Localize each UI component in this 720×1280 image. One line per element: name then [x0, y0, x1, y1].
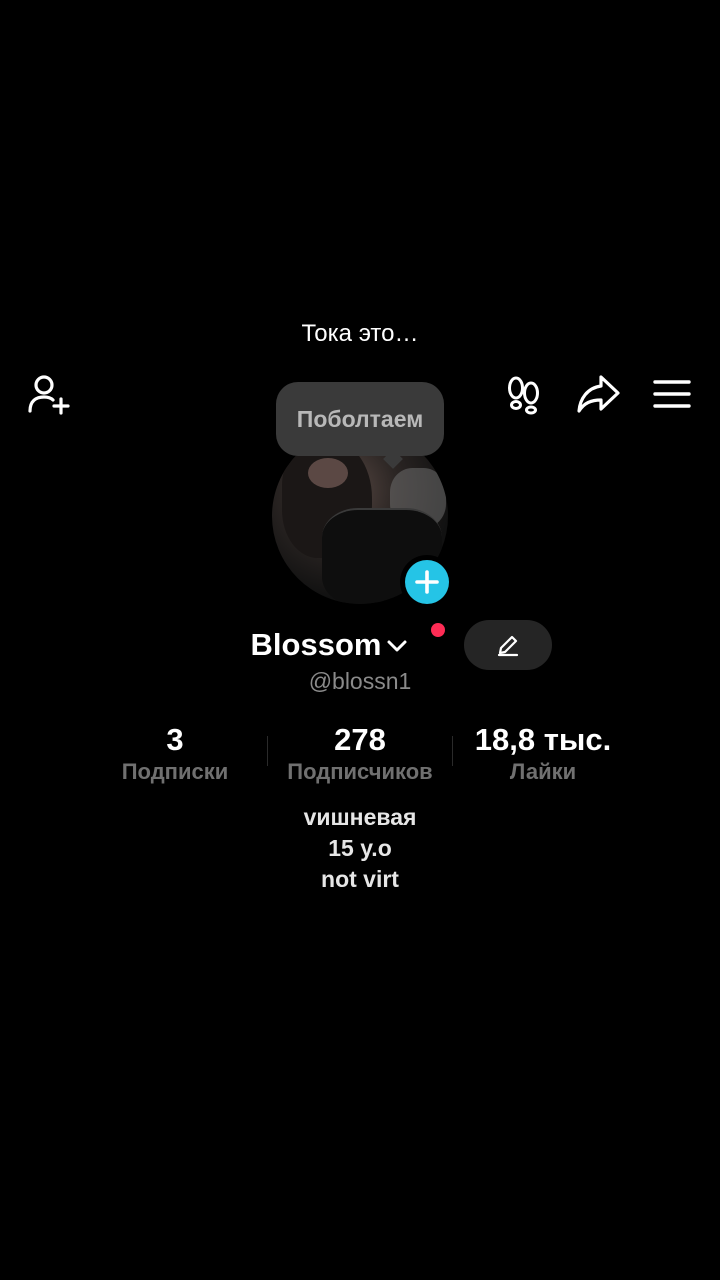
footprints-icon	[508, 376, 539, 415]
add-story-button[interactable]	[400, 555, 454, 609]
add-user-icon	[28, 375, 70, 415]
profile-bio: vишневая 15 y.o not virt	[0, 802, 720, 895]
share-icon	[577, 375, 620, 413]
following-count: 3	[166, 722, 184, 757]
likes-stat[interactable]: 18,8 тыс. Лайки	[458, 722, 628, 786]
likes-label: Лайки	[509, 759, 577, 784]
followers-label: Подписчиков	[287, 759, 433, 784]
pencil-icon	[497, 635, 519, 657]
bio-line: vишневая	[303, 804, 417, 830]
chat-bubble[interactable]: Поболтаем	[276, 382, 444, 456]
bio-line: not virt	[321, 866, 399, 892]
video-caption: Тока это…	[301, 320, 419, 347]
stat-divider	[452, 736, 453, 766]
stat-divider	[267, 736, 268, 766]
plus-icon	[415, 570, 439, 594]
notification-dot	[431, 623, 445, 637]
likes-count: 18,8 тыс.	[474, 722, 612, 757]
display-name: Blossom	[250, 627, 382, 662]
add-friend-button[interactable]	[22, 368, 74, 420]
username: @blossn1	[308, 668, 412, 694]
edit-profile-button[interactable]	[464, 620, 552, 670]
followers-stat[interactable]: 278 Подписчиков	[270, 722, 450, 786]
hamburger-menu-icon	[653, 380, 691, 408]
following-label: Подписки	[121, 759, 229, 784]
following-stat[interactable]: 3 Подписки	[95, 722, 255, 786]
profile-views-button[interactable]	[498, 368, 550, 420]
menu-button[interactable]	[646, 368, 698, 420]
bio-line: 15 y.o	[328, 835, 392, 861]
account-switcher[interactable]: Blossom	[200, 622, 460, 668]
share-button[interactable]	[572, 368, 624, 420]
chevron-down-icon	[387, 640, 407, 652]
followers-count: 278	[334, 722, 386, 757]
